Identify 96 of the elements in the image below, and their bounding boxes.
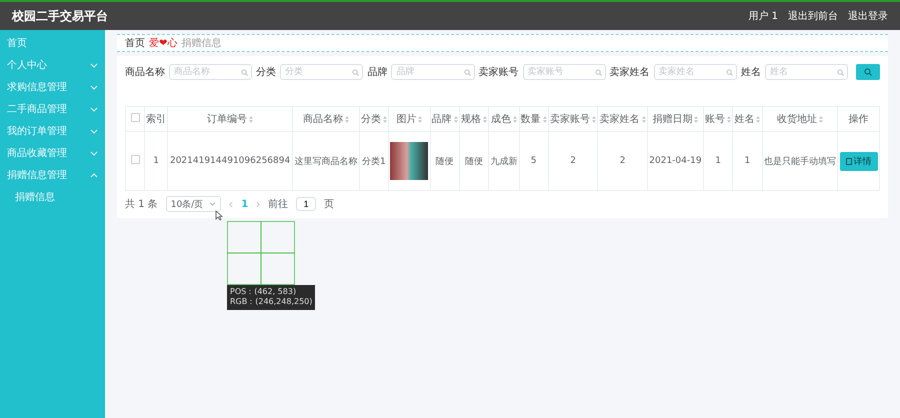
table-cell: 5 bbox=[530, 156, 537, 166]
details-button[interactable]: 详情 bbox=[840, 152, 878, 170]
sort-icon[interactable] bbox=[454, 116, 458, 122]
table-cell: 2 bbox=[570, 156, 576, 166]
column-header: 捐赠日期 bbox=[652, 112, 692, 126]
column-header: 订单编号 bbox=[207, 112, 248, 126]
sort-icon[interactable] bbox=[512, 116, 517, 122]
sort-icon[interactable] bbox=[382, 116, 387, 122]
sort-icon[interactable] bbox=[482, 116, 487, 122]
field-label: 卖家账号 bbox=[478, 66, 519, 79]
table-cell: 2021-04-19 bbox=[649, 156, 702, 166]
column-header: 成色 bbox=[490, 112, 511, 126]
checkbox[interactable] bbox=[130, 155, 140, 164]
column-header: 操作 bbox=[848, 113, 869, 126]
document-icon bbox=[846, 158, 852, 164]
header-link[interactable]: 退出登录 bbox=[848, 9, 888, 23]
sidebar-item[interactable]: 商品收藏管理 bbox=[0, 142, 105, 164]
header-link[interactable]: 用户 1 bbox=[748, 9, 778, 23]
search-icon bbox=[726, 69, 733, 76]
sort-icon[interactable] bbox=[249, 116, 254, 122]
search-field[interactable]: 姓名 bbox=[764, 64, 848, 80]
prev-page-icon[interactable] bbox=[229, 200, 234, 208]
column-header: 数量 bbox=[520, 113, 541, 126]
table-cell: 也是只能手动填写 bbox=[764, 156, 836, 166]
table-cell: 随便 bbox=[436, 156, 454, 166]
page-suffix: 页 bbox=[324, 198, 334, 211]
site-title: 校园二手交易平台 bbox=[12, 8, 108, 24]
field-label: 分类 bbox=[256, 66, 276, 79]
search-icon bbox=[594, 69, 602, 76]
column-header: 卖家姓名 bbox=[600, 112, 640, 126]
table-cell: 1 bbox=[153, 156, 159, 166]
magnifier-grid-drawing bbox=[227, 221, 295, 285]
sidebar-item[interactable]: 个人中心 bbox=[0, 54, 105, 76]
search-icon bbox=[464, 69, 471, 76]
column-header: 分类 bbox=[360, 112, 381, 126]
column-header: 姓名 bbox=[734, 113, 754, 126]
column-header: 收货地址 bbox=[776, 112, 817, 126]
column-header: 卖家账号 bbox=[550, 112, 590, 126]
table-cell: 随便 bbox=[464, 156, 483, 166]
sidebar-item[interactable]: 二手商品管理 bbox=[0, 98, 105, 120]
sidebar-subitem[interactable]: 捐赠信息 bbox=[0, 186, 105, 208]
column-header: 图片 bbox=[396, 112, 416, 126]
column-header: 账号 bbox=[705, 112, 726, 126]
table-cell: 分类1 bbox=[362, 156, 386, 166]
next-page-icon[interactable] bbox=[256, 200, 260, 208]
search-field[interactable]: 卖家姓名 bbox=[654, 64, 737, 80]
sort-icon[interactable] bbox=[418, 116, 422, 122]
page-size-select[interactable]: 10条/页 bbox=[166, 196, 222, 212]
sort-icon[interactable] bbox=[694, 116, 698, 122]
search-field[interactable]: 品牌 bbox=[391, 64, 475, 80]
search-icon bbox=[352, 69, 360, 76]
position-readout: POS：(462, 583) bbox=[230, 287, 298, 298]
caret-icon bbox=[209, 202, 216, 206]
column-header: 规格 bbox=[460, 112, 481, 126]
search-field[interactable]: 商品名称 bbox=[169, 64, 252, 80]
table-cell: 2 bbox=[620, 156, 626, 166]
sort-icon[interactable] bbox=[642, 116, 646, 122]
field-label: 姓名 bbox=[740, 66, 761, 79]
search-button[interactable] bbox=[856, 64, 880, 80]
rgb-readout: RGB：(246,248,250) bbox=[230, 297, 312, 308]
goto-label: 前往 bbox=[268, 198, 288, 211]
breadcrumb-current: 捐赠信息 bbox=[181, 36, 222, 50]
sidebar-item[interactable]: 求购信息管理 bbox=[0, 76, 105, 98]
header-link[interactable]: 退出到前台 bbox=[788, 9, 838, 23]
field-label: 品牌 bbox=[367, 66, 388, 79]
table-cell: 九成新 bbox=[490, 156, 518, 166]
table-cell: 这里写商品名称 bbox=[294, 156, 358, 166]
sort-icon[interactable] bbox=[756, 116, 760, 122]
column-header: 索引 bbox=[146, 112, 166, 126]
field-label: 卖家姓名 bbox=[610, 66, 650, 79]
sort-icon[interactable] bbox=[592, 116, 596, 122]
table-cell: 1 bbox=[744, 156, 750, 166]
breadcrumb-link[interactable]: 首页 bbox=[125, 36, 145, 50]
search-icon bbox=[837, 69, 844, 76]
page-input[interactable]: 1 bbox=[296, 197, 316, 211]
sidebar-item[interactable]: 我的订单管理 bbox=[0, 120, 105, 142]
sidebar-item[interactable]: 首页 bbox=[0, 32, 105, 54]
field-label: 商品名称 bbox=[125, 66, 165, 79]
sidebar-item[interactable]: 捐赠信息管理 bbox=[0, 164, 105, 186]
total-count: 共 1 条 bbox=[125, 198, 158, 211]
search-field[interactable]: 卖家账号 bbox=[522, 64, 606, 80]
breadcrumb-separator: 爱❤心 bbox=[149, 36, 178, 50]
search-field[interactable]: 分类 bbox=[280, 64, 364, 80]
search-icon bbox=[241, 69, 248, 76]
photo-placeholder bbox=[390, 142, 428, 180]
search-icon bbox=[864, 68, 872, 76]
sort-icon[interactable] bbox=[818, 116, 823, 122]
sort-icon[interactable] bbox=[542, 116, 547, 122]
sort-icon[interactable] bbox=[727, 116, 732, 122]
page-number[interactable]: 1 bbox=[241, 198, 248, 210]
checkbox[interactable] bbox=[130, 113, 140, 122]
column-header: 品牌 bbox=[432, 113, 452, 126]
column-header: 商品名称 bbox=[302, 112, 343, 126]
table-cell: 1 bbox=[715, 156, 721, 166]
sort-icon[interactable] bbox=[344, 116, 349, 122]
table-cell: 202141914491096256894 bbox=[170, 156, 290, 166]
